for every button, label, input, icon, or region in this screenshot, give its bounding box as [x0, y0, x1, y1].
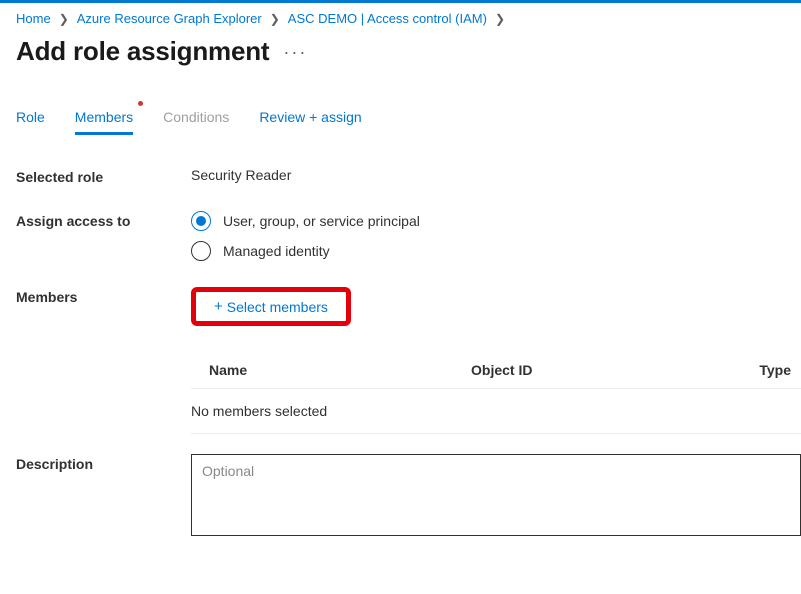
select-members-button-label: Select members	[227, 299, 328, 315]
members-empty-text: No members selected	[191, 389, 801, 434]
column-header-object-id[interactable]: Object ID	[471, 362, 731, 378]
breadcrumb: Home ❯ Azure Resource Graph Explorer ❯ A…	[16, 11, 801, 26]
assign-access-radio-group: User, group, or service principal Manage…	[191, 211, 801, 261]
radio-user-group-sp[interactable]: User, group, or service principal	[191, 211, 801, 231]
unsaved-indicator-icon	[138, 101, 143, 106]
chevron-right-icon: ❯	[270, 12, 280, 26]
breadcrumb-home[interactable]: Home	[16, 11, 51, 26]
tab-members-label: Members	[75, 109, 133, 125]
select-members-button[interactable]: + Select members	[214, 299, 328, 315]
description-label: Description	[16, 454, 191, 472]
tab-members[interactable]: Members	[75, 103, 133, 135]
tabs: Role Members Conditions Review + assign	[16, 103, 801, 135]
radio-managed-identity[interactable]: Managed identity	[191, 241, 801, 261]
members-table: Name Object ID Type No members selected	[191, 352, 801, 434]
radio-icon	[191, 241, 211, 261]
select-members-highlight: + Select members	[191, 287, 351, 326]
plus-icon: +	[214, 299, 223, 314]
breadcrumb-access-control[interactable]: ASC DEMO | Access control (IAM)	[288, 11, 487, 26]
tab-role[interactable]: Role	[16, 103, 45, 135]
members-label: Members	[16, 287, 191, 305]
description-textarea[interactable]	[191, 454, 801, 536]
assign-access-label: Assign access to	[16, 211, 191, 229]
radio-managed-identity-label: Managed identity	[223, 243, 330, 259]
column-header-type[interactable]: Type	[731, 362, 801, 378]
selected-role-label: Selected role	[16, 167, 191, 185]
more-actions-icon[interactable]: ···	[283, 43, 307, 61]
column-header-name[interactable]: Name	[191, 362, 471, 378]
tab-conditions: Conditions	[163, 103, 229, 135]
breadcrumb-resource-graph[interactable]: Azure Resource Graph Explorer	[77, 11, 262, 26]
selected-role-value: Security Reader	[191, 167, 801, 183]
radio-icon	[191, 211, 211, 231]
chevron-right-icon: ❯	[495, 12, 505, 26]
chevron-right-icon: ❯	[59, 12, 69, 26]
radio-user-group-sp-label: User, group, or service principal	[223, 213, 420, 229]
page-title: Add role assignment	[16, 36, 269, 67]
tab-review-assign[interactable]: Review + assign	[259, 103, 361, 135]
members-table-header: Name Object ID Type	[191, 352, 801, 389]
